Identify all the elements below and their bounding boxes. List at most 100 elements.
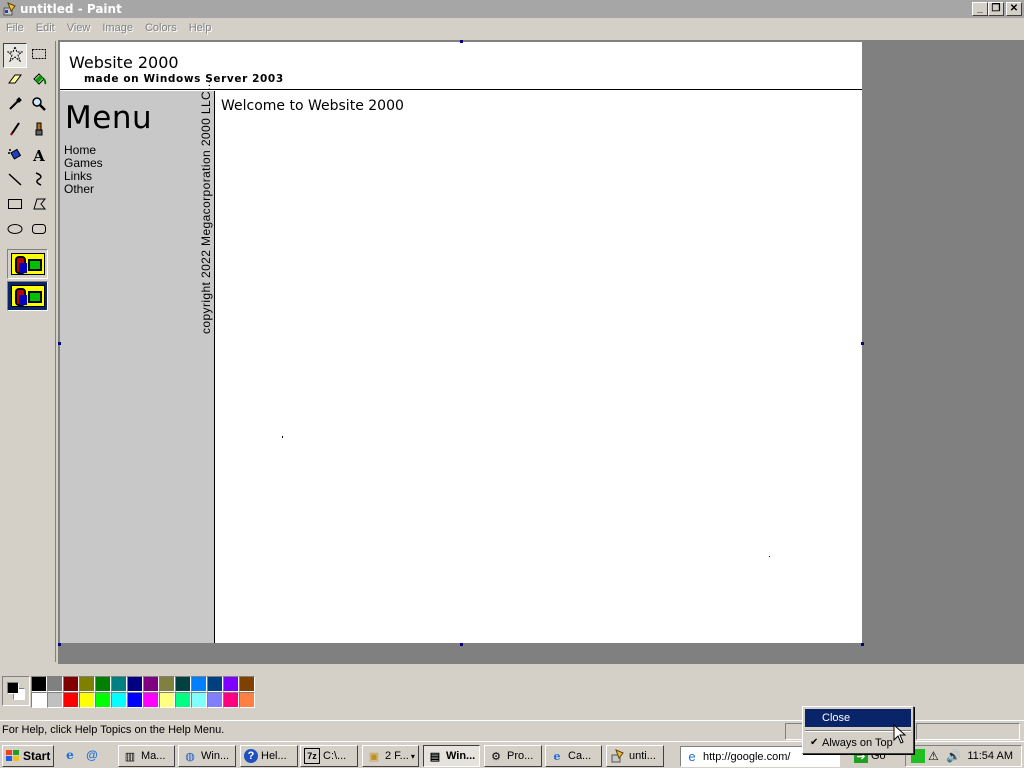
color-swatch[interactable]	[79, 676, 95, 692]
tool-curve[interactable]	[27, 168, 51, 193]
security-icon[interactable]: ⚠	[928, 749, 942, 763]
tool-rectangle[interactable]	[3, 193, 27, 218]
tool-free-form-select[interactable]	[3, 43, 27, 68]
task-button[interactable]: 7z C:\...	[300, 745, 358, 767]
rectangle-icon	[7, 196, 23, 215]
task-button[interactable]: ◍ Win...	[178, 745, 236, 767]
color-swatch[interactable]	[31, 676, 47, 692]
resize-handle-right[interactable]	[861, 342, 864, 345]
task-button[interactable]: ⚙ Pro...	[484, 745, 542, 767]
drawing-canvas[interactable]: Website 2000 made on Windows Server 2003…	[60, 42, 862, 643]
task-button[interactable]: unti...	[606, 745, 664, 767]
menu-colors[interactable]: Colors	[139, 22, 183, 34]
color-swatch[interactable]	[47, 676, 63, 692]
tool-select[interactable]	[27, 43, 51, 68]
menu-image[interactable]: Image	[96, 22, 139, 34]
color-swatch[interactable]	[175, 692, 191, 708]
task-button[interactable]: ? Hel...	[240, 745, 298, 767]
color-swatch[interactable]	[143, 676, 159, 692]
color-swatch[interactable]	[143, 692, 159, 708]
task-button[interactable]: ▤ Win...	[423, 745, 480, 767]
opaque-option[interactable]	[7, 249, 48, 279]
tool-polygon[interactable]	[27, 193, 51, 218]
minimize-icon: _	[977, 3, 983, 14]
task-button[interactable]: e Ca...	[545, 745, 602, 767]
tool-line[interactable]	[3, 168, 27, 193]
desktop: untitled - Paint _ ❐ ✕ File Edit View Im…	[0, 0, 1024, 768]
7zip-icon: 7z	[304, 748, 320, 764]
task-label: Ca...	[568, 750, 592, 762]
color-swatch[interactable]	[159, 676, 175, 692]
task-button[interactable]: ▥ Ma...	[118, 745, 175, 767]
canvas-workspace[interactable]: Website 2000 made on Windows Server 2003…	[58, 40, 1024, 664]
tool-pick-color[interactable]	[3, 93, 27, 118]
nav-item-other: Other	[64, 182, 95, 196]
task-label: unti...	[629, 750, 656, 762]
welcome-text: Welcome to Website 2000	[221, 98, 404, 114]
minimize-button[interactable]: _	[972, 2, 988, 16]
tool-fill[interactable]	[27, 68, 51, 93]
window-icon: ▤	[429, 750, 441, 763]
quicklaunch-browser[interactable]: @	[84, 747, 100, 763]
color-swatch[interactable]	[47, 692, 63, 708]
window-title: untitled - Paint	[20, 2, 122, 16]
color-swatch[interactable]	[223, 692, 239, 708]
resize-handle-bottom-left[interactable]	[58, 643, 61, 646]
menu-view[interactable]: View	[61, 22, 97, 34]
restore-button[interactable]: ❐	[988, 2, 1004, 16]
color-swatch[interactable]	[63, 676, 79, 692]
context-always-on-top-label: Always on Top	[822, 737, 893, 749]
color-swatch[interactable]	[159, 692, 175, 708]
tool-text[interactable]: A	[27, 143, 51, 168]
menu-help[interactable]: Help	[183, 22, 218, 34]
window-controls: _ ❐ ✕	[972, 2, 1022, 16]
color-swatch[interactable]	[95, 676, 111, 692]
color-swatch[interactable]	[111, 692, 127, 708]
clock[interactable]: 11:54 AM	[967, 750, 1013, 762]
tool-pencil[interactable]	[3, 118, 27, 143]
volume-icon[interactable]: 🔊	[946, 749, 961, 763]
transparent-option[interactable]	[7, 281, 48, 311]
color-swatch[interactable]	[175, 676, 191, 692]
color-swatch[interactable]	[207, 692, 223, 708]
tool-ellipse[interactable]	[3, 218, 27, 243]
resize-handle-bottom[interactable]	[460, 643, 463, 646]
color-swatch[interactable]	[31, 692, 47, 708]
task-button[interactable]: ▣ 2 F... ▾	[362, 745, 419, 767]
color-swatch[interactable]	[239, 692, 255, 708]
color-swatch[interactable]	[63, 692, 79, 708]
task-label: C:\...	[323, 750, 347, 762]
tool-eraser[interactable]	[3, 68, 27, 93]
color-swatch[interactable]	[111, 676, 127, 692]
color-swatch[interactable]	[191, 676, 207, 692]
ellipse-icon	[7, 221, 23, 240]
tool-brush[interactable]	[27, 118, 51, 143]
color-swatch[interactable]	[127, 676, 143, 692]
close-button[interactable]: ✕	[1006, 2, 1022, 16]
start-button[interactable]: Start	[2, 745, 54, 767]
rounded-rectangle-icon	[31, 221, 47, 240]
color-swatch[interactable]	[191, 692, 207, 708]
color-swatch[interactable]	[95, 692, 111, 708]
menu-file[interactable]: File	[0, 22, 30, 34]
resize-handle-corner[interactable]	[861, 643, 864, 646]
color-swatch[interactable]	[239, 676, 255, 692]
color-swatch[interactable]	[207, 676, 223, 692]
tool-rounded-rectangle[interactable]	[27, 218, 51, 243]
resize-handle-top[interactable]	[460, 40, 463, 43]
paint-app-icon[interactable]	[3, 2, 17, 16]
title-bar[interactable]: untitled - Paint _ ❐ ✕	[0, 0, 1024, 18]
site-sidebar: Menu Home Games Links Other copyright 20…	[60, 80, 215, 643]
tool-airbrush[interactable]	[3, 143, 27, 168]
checkmark-icon: ✔	[810, 737, 819, 748]
tool-magnifier[interactable]	[27, 93, 51, 118]
current-colors[interactable]	[2, 676, 30, 706]
menu-edit[interactable]: Edit	[30, 22, 61, 34]
color-swatch[interactable]	[127, 692, 143, 708]
quicklaunch-ie[interactable]: e	[62, 747, 78, 763]
color-swatch[interactable]	[223, 676, 239, 692]
color-swatch[interactable]	[79, 692, 95, 708]
polygon-icon	[31, 196, 47, 215]
airbrush-icon	[7, 146, 23, 165]
resize-handle-left[interactable]	[58, 342, 61, 345]
